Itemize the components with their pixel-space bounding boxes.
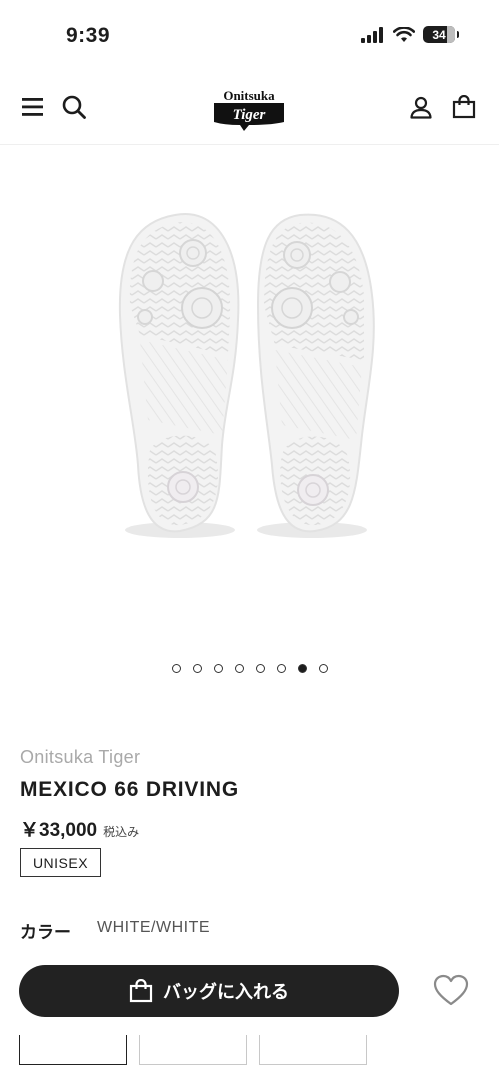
logo-text-bottom: Tiger bbox=[233, 107, 266, 123]
status-time: 9:39 bbox=[66, 24, 111, 47]
carousel-dot[interactable] bbox=[192, 664, 202, 673]
carousel-dot[interactable] bbox=[234, 664, 244, 673]
status-icons: 34 bbox=[361, 26, 459, 43]
add-to-bag-label: バッグに入れる bbox=[163, 982, 289, 1002]
product-image[interactable] bbox=[0, 145, 499, 655]
color-label: カラー bbox=[20, 923, 71, 942]
logo-text-top: Onitsuka bbox=[223, 88, 275, 103]
carousel-dot[interactable] bbox=[171, 664, 181, 673]
carousel-pagination bbox=[0, 664, 499, 673]
battery-icon: 34 bbox=[423, 26, 459, 43]
hamburger-icon bbox=[22, 98, 43, 116]
cart-button[interactable] bbox=[449, 92, 479, 122]
product-price: ￥33,000 bbox=[20, 820, 98, 841]
search-icon bbox=[62, 95, 86, 119]
site-header: Onitsuka Tiger bbox=[0, 72, 499, 145]
left-sole bbox=[118, 212, 240, 538]
product-brand: Onitsuka Tiger bbox=[20, 747, 141, 767]
product-price-row: ￥33,000 税込み bbox=[20, 815, 139, 842]
shopping-bag-icon bbox=[129, 979, 153, 1003]
carousel-dot[interactable] bbox=[213, 664, 223, 673]
heart-icon bbox=[433, 974, 469, 1006]
color-value: WHITE/WHITE bbox=[97, 919, 211, 936]
wifi-icon bbox=[393, 26, 415, 42]
user-icon bbox=[410, 96, 432, 119]
status-bar: 9:39 34 bbox=[0, 0, 499, 72]
account-button[interactable] bbox=[406, 92, 436, 122]
battery-level: 34 bbox=[432, 27, 446, 42]
wishlist-button[interactable] bbox=[432, 972, 470, 1010]
search-button[interactable] bbox=[59, 92, 89, 122]
brand-logo[interactable]: Onitsuka Tiger bbox=[212, 87, 286, 135]
product-name: MEXICO 66 DRIVING bbox=[20, 778, 239, 801]
carousel-dot[interactable] bbox=[297, 664, 307, 673]
gender-badge: UNISEX bbox=[20, 848, 101, 877]
shopping-bag-icon bbox=[452, 95, 476, 119]
carousel-dot[interactable] bbox=[318, 664, 328, 673]
carousel-dot[interactable] bbox=[255, 664, 265, 673]
tax-note: 税込み bbox=[103, 825, 140, 839]
carousel-dot[interactable] bbox=[276, 664, 286, 673]
size-option[interactable] bbox=[259, 1035, 367, 1065]
size-option[interactable] bbox=[19, 1035, 127, 1065]
size-option[interactable] bbox=[139, 1035, 247, 1065]
add-to-bag-button[interactable]: バッグに入れる bbox=[19, 965, 399, 1017]
right-sole bbox=[256, 213, 375, 538]
signal-icon bbox=[361, 26, 383, 43]
menu-button[interactable] bbox=[18, 92, 48, 122]
